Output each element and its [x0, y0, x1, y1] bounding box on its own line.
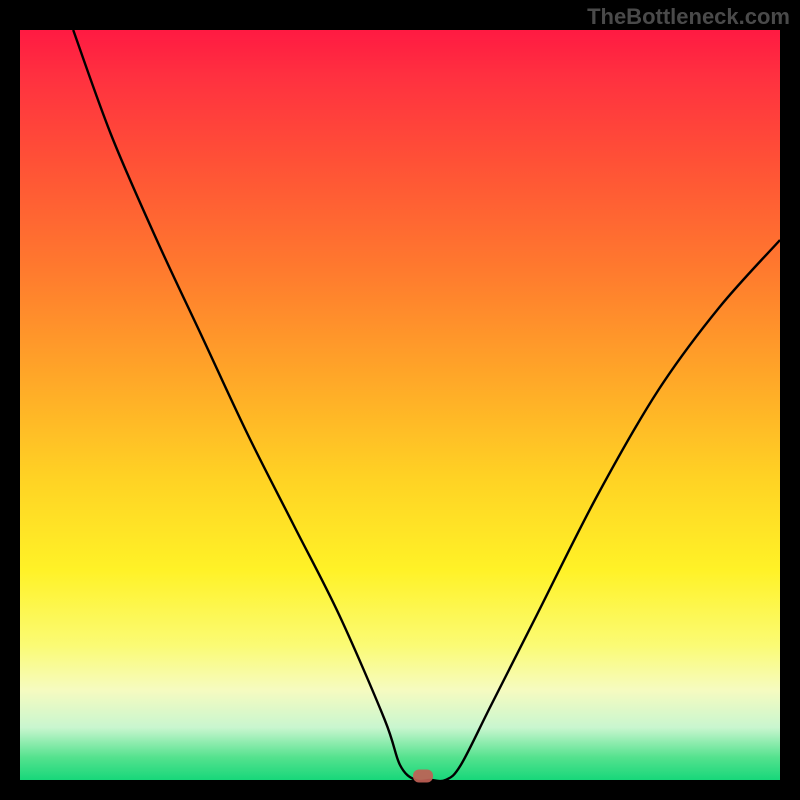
curve-svg	[20, 30, 780, 780]
minimum-marker	[413, 770, 433, 783]
watermark-text: TheBottleneck.com	[587, 4, 790, 30]
bottleneck-curve	[73, 30, 780, 780]
chart-frame: TheBottleneck.com	[0, 0, 800, 800]
plot-area	[20, 30, 780, 780]
